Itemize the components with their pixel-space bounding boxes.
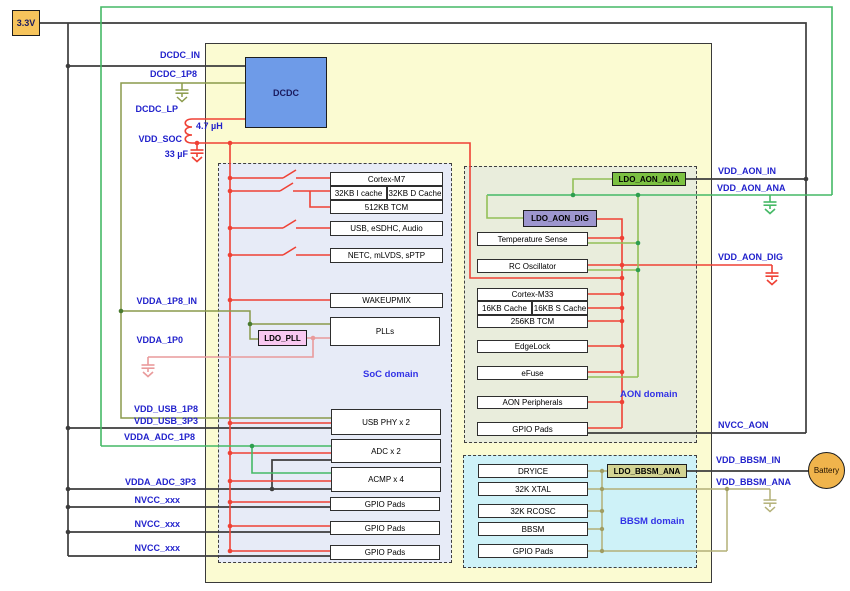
capacitor-33uf-icon <box>191 150 204 162</box>
block-efuse: eFuse <box>477 366 588 380</box>
pin-dcdc-lp: DCDC_LP <box>78 104 178 114</box>
pin-vdd-usb-3p3: VDD_USB_3P3 <box>98 416 198 426</box>
block-plls: PLLs <box>330 317 440 346</box>
bulk-cap-value: 33 µF <box>148 149 188 159</box>
pin-vdd-aon-ana: VDD_AON_ANA <box>717 183 786 193</box>
capacitor-aon-ana-icon <box>764 202 777 214</box>
net-aon-dig <box>588 219 779 428</box>
switch-icon <box>283 220 296 228</box>
ldo-bbsm-ana: LDO_BBSM_ANA <box>607 464 687 478</box>
dcdc-converter: DCDC <box>245 57 327 128</box>
power-diagram: 3.3V Battery DCDC DCDC_IN DCDC_1P8 DCDC_… <box>0 0 850 591</box>
block-netc-mlvds-sptp: NETC, mLVDS, sPTP <box>330 248 443 263</box>
block-bbsm: BBSM <box>478 522 588 536</box>
inductor-value: 4.7 µH <box>196 121 223 131</box>
pin-nvcc-aon: NVCC_AON <box>718 420 769 430</box>
block-32k-rcosc: 32K RCOSC <box>478 504 588 518</box>
ldo-aon-dig: LDO_AON_DIG <box>523 210 597 227</box>
net-tan-junction-dots <box>600 469 729 553</box>
aon-domain-title: AON domain <box>620 389 678 400</box>
pin-dcdc-in: DCDC_IN <box>100 50 200 60</box>
block-gpio-pads-bbsm: GPIO Pads <box>478 544 588 558</box>
net-vdd-aon-ana <box>101 7 832 473</box>
block-aon-peripherals: AON Peripherals <box>477 396 588 409</box>
inductor-icon <box>185 119 192 143</box>
pin-vdda-adc-1p8: VDDA_ADC_1P8 <box>95 432 195 442</box>
block-32k-xtal: 32K XTAL <box>478 482 588 496</box>
block-gpio-pads-3: GPIO Pads <box>330 545 440 560</box>
capacitor-vdda1p0-icon <box>142 365 155 377</box>
pin-vdda-1p8-in: VDDA_1P8_IN <box>97 296 197 306</box>
capacitor-dcdc1p8-icon <box>176 90 189 102</box>
capacitor-aon-dig-icon <box>766 273 779 285</box>
block-usb-esdhc-audio: USB, eSDHC, Audio <box>330 221 443 236</box>
block-gpio-pads-2: GPIO Pads <box>330 521 440 535</box>
block-rc-oscillator: RC Oscillator <box>477 259 588 273</box>
bbsm-domain-title: BBSM domain <box>620 516 684 527</box>
salmon-junction-dot <box>311 336 316 341</box>
block-gpio-pads-aon: GPIO Pads <box>477 422 588 436</box>
pin-vdd-bbsm-ana: VDD_BBSM_ANA <box>716 477 791 487</box>
pin-vdda-1p0: VDDA_1P0 <box>83 335 183 345</box>
pin-vdd-bbsm-in: VDD_BBSM_IN <box>716 455 781 465</box>
block-temp-sense: Temperature Sense <box>477 232 588 246</box>
pin-nvcc-2: NVCC_xxx <box>80 519 180 529</box>
soc-domain-title: SoC domain <box>363 369 418 380</box>
pin-vdd-usb-1p8: VDD_USB_1P8 <box>98 404 198 414</box>
block-edgelock: EdgeLock <box>477 340 588 353</box>
block-256kb-tcm: 256KB TCM <box>477 315 588 328</box>
block-acmp: ACMP x 4 <box>331 467 441 492</box>
ldo-pll: LDO_PLL <box>258 330 307 346</box>
ldo-aon-ana: LDO_AON_ANA <box>612 172 686 186</box>
capacitor-bbsm-ana-icon <box>764 500 777 512</box>
block-dryice: DRYICE <box>478 464 588 478</box>
pin-nvcc-1: NVCC_xxx <box>80 495 180 505</box>
block-512kb-tcm: 512KB TCM <box>330 200 443 214</box>
pin-vdda-adc-3p3: VDDA_ADC_3P3 <box>96 477 196 487</box>
pin-vdd-aon-in: VDD_AON_IN <box>718 166 776 176</box>
block-usb-phy: USB PHY x 2 <box>331 409 441 435</box>
block-dcache: 32KB D Cache <box>387 186 443 200</box>
block-wakeupmix: WAKEUPMIX <box>330 293 443 308</box>
switch-icon <box>283 247 296 255</box>
block-adc: ADC x 2 <box>331 439 441 463</box>
block-cortex-m7: Cortex-M7 <box>330 172 443 186</box>
pin-vdd-aon-dig: VDD_AON_DIG <box>718 252 783 262</box>
pin-nvcc-3: NVCC_xxx <box>80 543 180 553</box>
supply-3v3: 3.3V <box>12 10 40 36</box>
block-icache: 32KB I cache <box>330 186 387 200</box>
pin-vdd-soc: VDD_SOC <box>82 134 182 144</box>
block-16kb-s-cache: 16KB S Cache <box>532 301 588 315</box>
switch-icon <box>280 183 293 191</box>
block-16kb-cache: 16KB Cache <box>477 301 532 315</box>
block-gpio-pads-1: GPIO Pads <box>330 497 440 511</box>
battery: Battery <box>808 452 845 489</box>
switch-icon <box>283 170 296 178</box>
pin-dcdc-1p8: DCDC_1P8 <box>97 69 197 79</box>
block-cortex-m33: Cortex-M33 <box>477 288 588 301</box>
